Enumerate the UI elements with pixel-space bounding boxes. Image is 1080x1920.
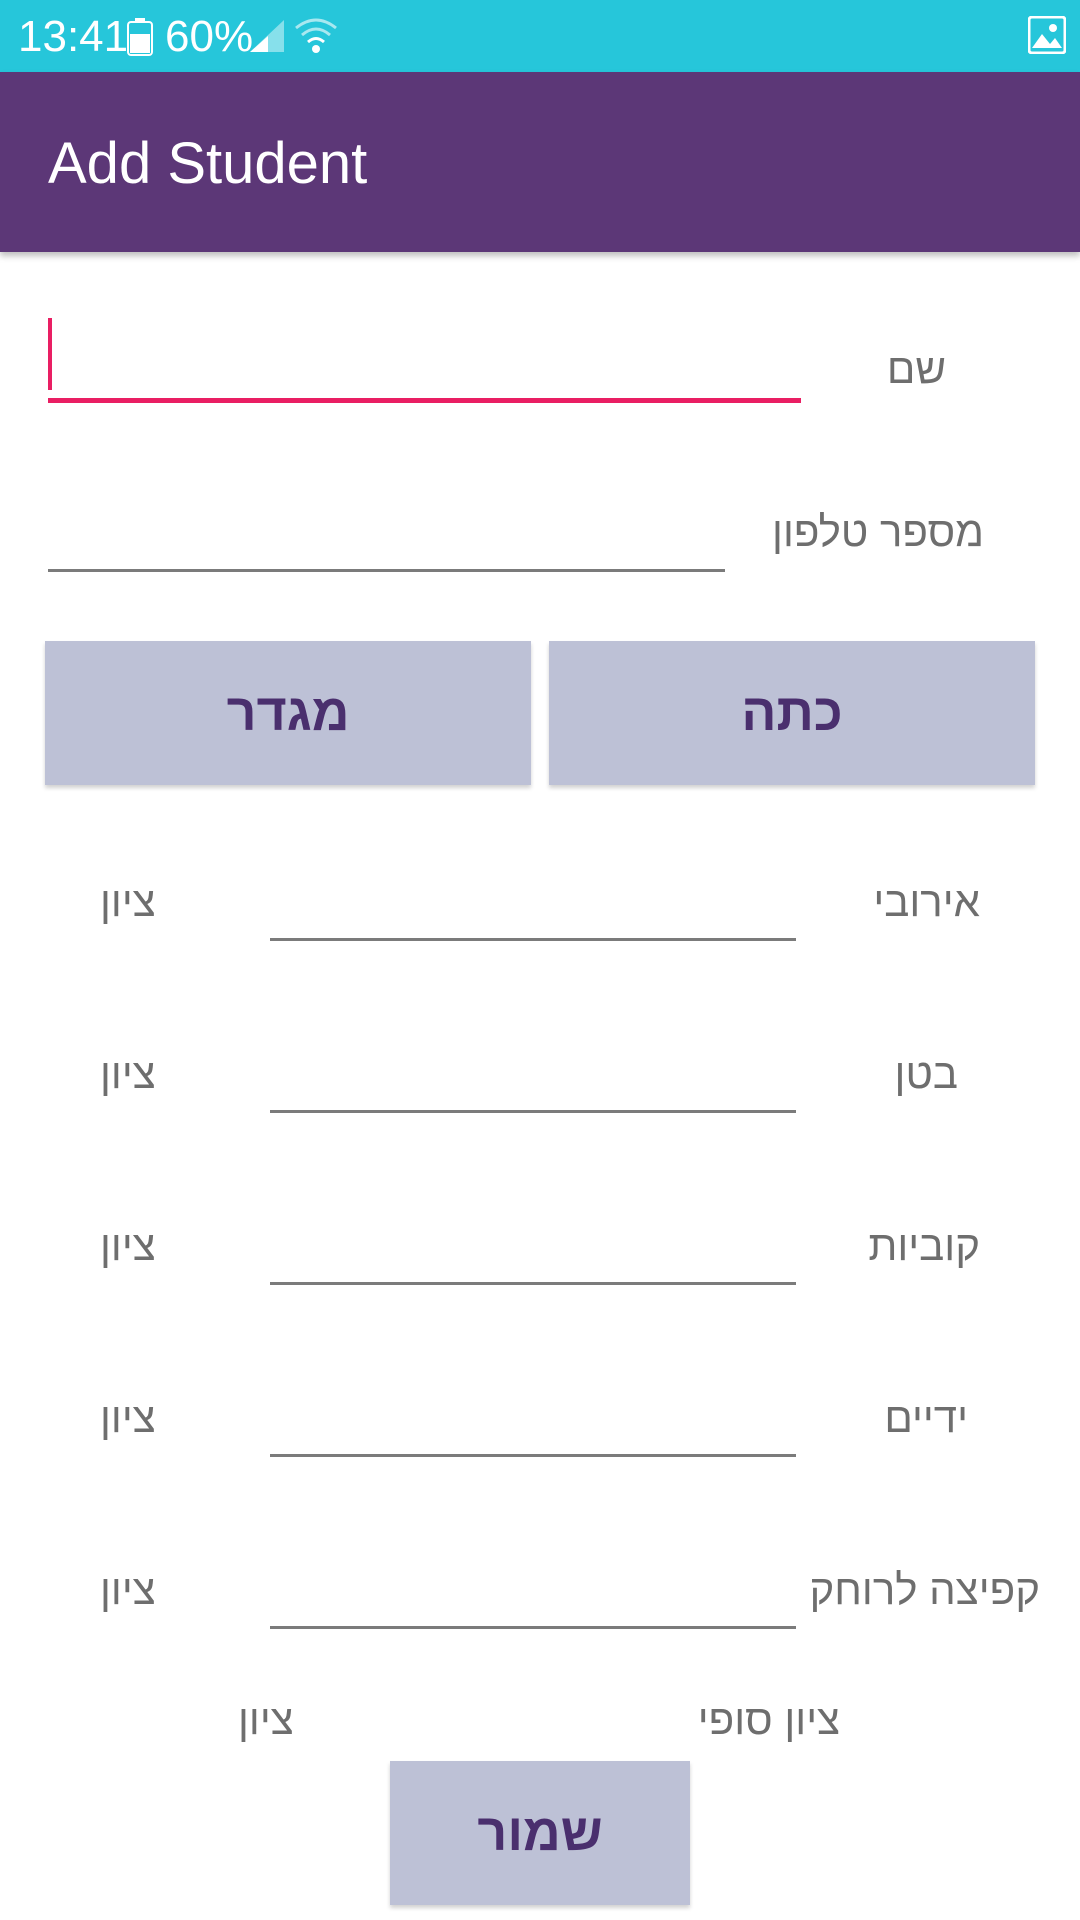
cubes-grade-input[interactable] bbox=[270, 1224, 796, 1285]
signal-icon bbox=[248, 18, 288, 59]
arms-grade-input[interactable] bbox=[270, 1396, 796, 1457]
abs-label: בטן bbox=[894, 1050, 958, 1097]
aerobic-grade-label: ציון bbox=[100, 878, 156, 925]
save-button-label: שמור bbox=[477, 1804, 603, 1862]
arms-grade-label: ציון bbox=[100, 1394, 156, 1441]
aerobic-grade-input[interactable] bbox=[270, 880, 796, 941]
class-button-label: כתה bbox=[741, 684, 843, 742]
app-bar: Add Student bbox=[0, 72, 1080, 252]
class-button[interactable]: כתה bbox=[549, 641, 1035, 785]
status-bar: 13:41 60% bbox=[0, 0, 1080, 72]
arms-label: ידיים bbox=[884, 1394, 968, 1441]
final-grade-label: ציון סופי bbox=[697, 1696, 840, 1743]
name-label: שם bbox=[886, 345, 946, 392]
wifi-icon bbox=[292, 16, 340, 61]
status-time: 13:41 bbox=[18, 12, 129, 61]
save-button[interactable]: שמור bbox=[390, 1761, 690, 1905]
page-title: Add Student bbox=[48, 131, 368, 196]
text-caret bbox=[48, 318, 52, 390]
abs-grade-input[interactable] bbox=[270, 1052, 796, 1113]
image-icon bbox=[1027, 15, 1067, 59]
name-input[interactable] bbox=[48, 340, 801, 403]
phone-label: מספר טלפון bbox=[772, 508, 984, 555]
aerobic-label: אירובי bbox=[873, 878, 980, 925]
long-jump-label: קפיצה לרוחק bbox=[809, 1566, 1041, 1613]
cubes-label: קוביות bbox=[868, 1222, 980, 1269]
long-jump-grade-label: ציון bbox=[100, 1566, 156, 1613]
abs-grade-label: ציון bbox=[100, 1050, 156, 1097]
phone-input[interactable] bbox=[48, 511, 725, 572]
battery-icon bbox=[127, 18, 153, 61]
gender-button[interactable]: מגדר bbox=[45, 641, 531, 785]
long-jump-grade-input[interactable] bbox=[270, 1568, 796, 1629]
status-battery: 60% bbox=[165, 12, 254, 61]
final-grade-value: ציון bbox=[238, 1696, 294, 1743]
gender-button-label: מגדר bbox=[226, 684, 350, 742]
cubes-grade-label: ציון bbox=[100, 1222, 156, 1269]
